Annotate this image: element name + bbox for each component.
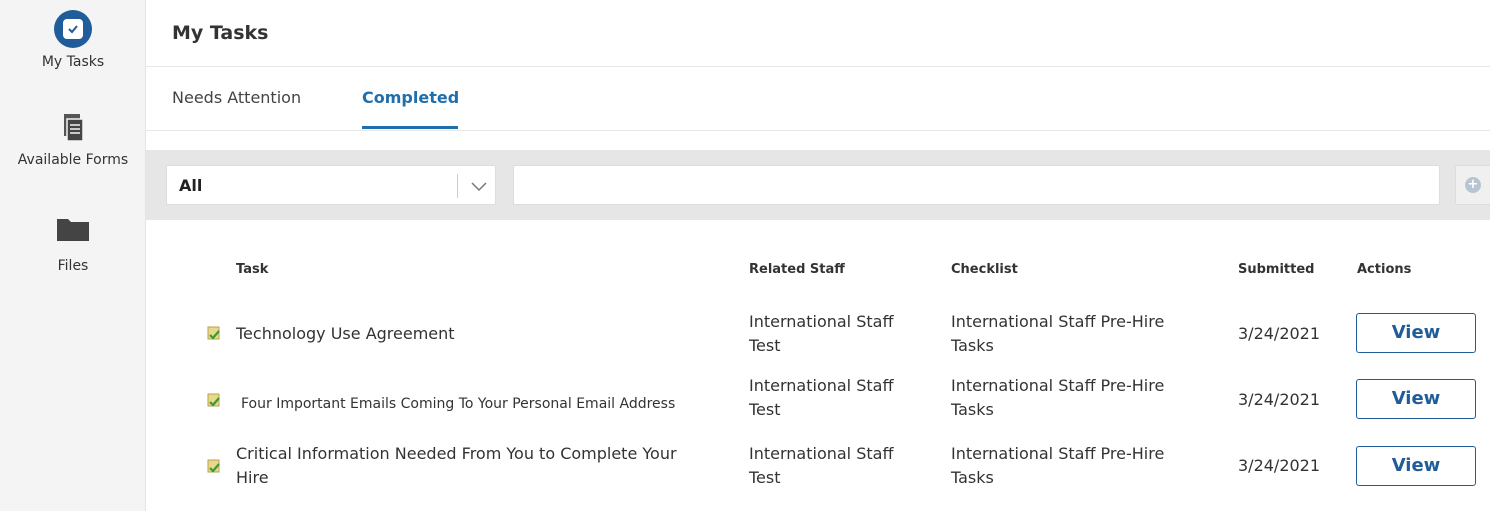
sidebar: My Tasks Available Forms Files bbox=[0, 0, 146, 511]
column-header-related-staff: Related Staff bbox=[749, 262, 845, 277]
column-header-task: Task bbox=[236, 262, 269, 277]
column-header-actions: Actions bbox=[1357, 262, 1412, 277]
divider bbox=[457, 174, 458, 198]
main-content: My Tasks Needs Attention Completed All +… bbox=[146, 0, 1490, 511]
task-name[interactable]: Critical Information Needed From You to … bbox=[236, 442, 677, 466]
related-staff: International Staff bbox=[749, 376, 894, 395]
page-title: My Tasks bbox=[172, 22, 269, 44]
sidebar-item-my-tasks[interactable]: My Tasks bbox=[0, 0, 146, 70]
search-input[interactable] bbox=[513, 165, 1440, 205]
view-button[interactable]: View bbox=[1356, 379, 1476, 419]
checklist-name: Tasks bbox=[951, 336, 994, 355]
related-staff: Test bbox=[749, 400, 781, 419]
view-button[interactable]: View bbox=[1356, 313, 1476, 353]
checklist-name: Tasks bbox=[951, 468, 994, 487]
divider bbox=[146, 66, 1490, 67]
active-tab-indicator bbox=[362, 126, 458, 129]
submitted-date: 3/24/2021 bbox=[1238, 390, 1321, 409]
task-name[interactable]: Technology Use Agreement bbox=[236, 322, 455, 346]
chevron-down-icon bbox=[471, 182, 487, 192]
checklist-name: International Staff Pre-Hire bbox=[951, 312, 1165, 331]
related-staff: International Staff bbox=[749, 312, 894, 331]
tab-needs-attention[interactable]: Needs Attention bbox=[172, 88, 301, 107]
submitted-date: 3/24/2021 bbox=[1238, 324, 1321, 343]
folder-icon bbox=[57, 219, 89, 241]
filter-bar: All + bbox=[146, 150, 1490, 220]
document-icon bbox=[64, 114, 84, 142]
status-filter-select[interactable]: All bbox=[166, 165, 496, 205]
sidebar-item-label: Files bbox=[57, 258, 89, 274]
checklist-name: Tasks bbox=[951, 400, 994, 419]
sidebar-item-files[interactable]: Files bbox=[0, 216, 146, 274]
related-staff: International Staff bbox=[749, 444, 894, 463]
plus-circle-icon: + bbox=[1465, 177, 1481, 193]
sidebar-item-label: Available Forms bbox=[17, 152, 129, 168]
checkbox-icon bbox=[54, 10, 92, 48]
column-header-checklist: Checklist bbox=[951, 262, 1018, 277]
form-document-icon bbox=[207, 393, 220, 407]
submitted-date: 3/24/2021 bbox=[1238, 456, 1321, 475]
checklist-name: International Staff Pre-Hire bbox=[951, 376, 1165, 395]
form-document-icon bbox=[207, 326, 220, 340]
related-staff: Test bbox=[749, 468, 781, 487]
task-name[interactable]: Four Important Emails Coming To Your Per… bbox=[241, 392, 675, 416]
divider bbox=[146, 130, 1490, 131]
select-value: All bbox=[179, 176, 203, 195]
add-filter-button[interactable]: + bbox=[1455, 165, 1490, 205]
form-document-icon bbox=[207, 459, 220, 473]
sidebar-item-label: My Tasks bbox=[41, 54, 105, 70]
checklist-name: International Staff Pre-Hire bbox=[951, 444, 1165, 463]
related-staff: Test bbox=[749, 336, 781, 355]
column-header-submitted: Submitted bbox=[1238, 262, 1315, 277]
view-button[interactable]: View bbox=[1356, 446, 1476, 486]
tab-completed[interactable]: Completed bbox=[362, 88, 459, 107]
task-name-continued[interactable]: Hire bbox=[236, 466, 269, 490]
sidebar-item-available-forms[interactable]: Available Forms bbox=[0, 114, 146, 168]
